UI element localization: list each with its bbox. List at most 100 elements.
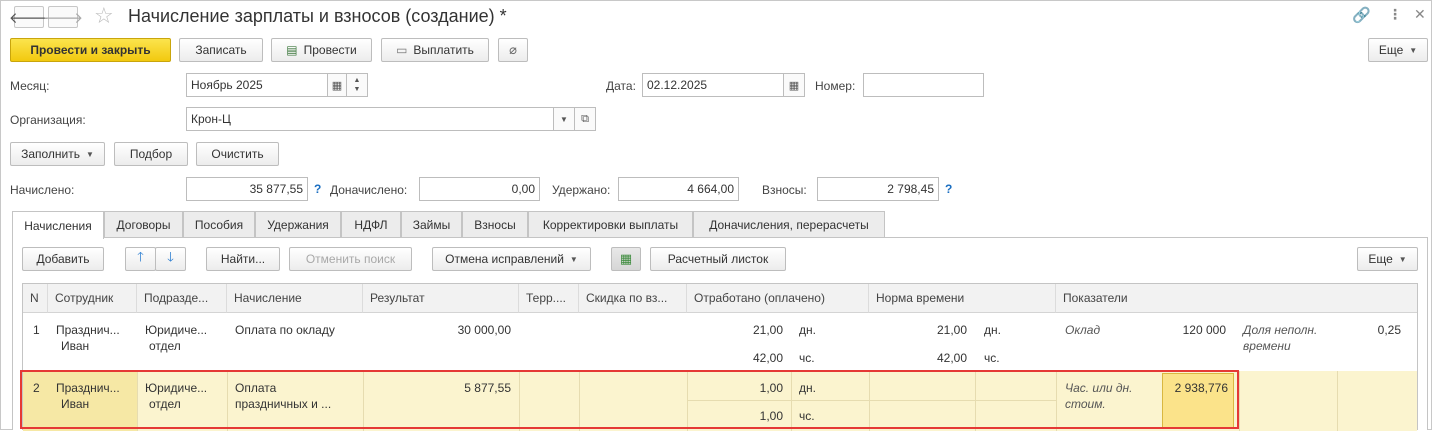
- tab-contracts[interactable]: Договоры: [104, 211, 183, 237]
- date-input[interactable]: 02.12.2025: [642, 73, 784, 97]
- indicator-name-line2: времени: [1243, 339, 1291, 353]
- department-line2: отдел: [149, 339, 181, 353]
- post-document-icon: ▤: [286, 43, 298, 57]
- worked-days: 21,00: [752, 323, 783, 337]
- panel-more-label: Еще: [1368, 252, 1393, 266]
- accrual-type: Оплата по окладу: [235, 323, 335, 337]
- post-button-label: Провести: [303, 43, 357, 57]
- chevron-down-icon: ▼: [1398, 254, 1407, 264]
- column-header-result[interactable]: Результат: [363, 284, 519, 313]
- month-input[interactable]: Ноябрь 2025: [186, 73, 328, 97]
- post-button[interactable]: ▤ Провести: [271, 38, 372, 62]
- chevron-down-icon: ▼: [86, 149, 94, 159]
- arrow-up-icon: 🡑: [137, 249, 144, 264]
- month-label: Месяц:: [10, 79, 50, 93]
- payslip-button[interactable]: Расчетный листок: [650, 247, 786, 271]
- chevron-down-icon: ▼: [569, 254, 578, 264]
- post-and-close-button[interactable]: Провести и закрыть: [10, 38, 171, 62]
- employee-name-line2: Иван: [61, 339, 90, 353]
- chevron-down-icon: ▼: [560, 114, 568, 124]
- fill-button-label: Заполнить: [21, 147, 80, 161]
- table-add-icon: ▦: [619, 251, 633, 266]
- undo-corrections-button[interactable]: Отмена исправлений ▼: [432, 247, 591, 271]
- month-calendar-button[interactable]: ▦: [327, 73, 347, 97]
- norm-hours-unit: чс.: [984, 351, 1000, 365]
- column-header-n[interactable]: N: [23, 284, 48, 313]
- column-header-discount[interactable]: Скидка по вз...: [579, 284, 687, 313]
- tab-accruals[interactable]: Начисления: [12, 211, 104, 239]
- column-header-employee[interactable]: Сотрудник: [48, 284, 137, 313]
- tab-recalculations[interactable]: Доначисления, перерасчеты: [693, 211, 885, 237]
- fill-button[interactable]: Заполнить ▼: [10, 142, 105, 166]
- highlight-annotation-box: [20, 370, 1239, 429]
- norm-days-unit: дн.: [984, 323, 1001, 337]
- tab-benefits[interactable]: Пособия: [183, 211, 255, 237]
- find-button[interactable]: Найти...: [206, 247, 280, 271]
- result-value: 30 000,00: [457, 323, 511, 337]
- more-button-label: Еще: [1378, 43, 1404, 57]
- column-header-accrual[interactable]: Начисление: [227, 284, 363, 313]
- organization-label: Организация:: [10, 113, 86, 127]
- column-header-indicators[interactable]: Показатели: [1056, 284, 1417, 313]
- select-button[interactable]: Подбор: [114, 142, 188, 166]
- contributions-label: Взносы:: [762, 183, 807, 197]
- worked-hours: 42,00: [752, 351, 783, 365]
- organization-input[interactable]: Крон-Ц: [186, 107, 554, 131]
- worked-hours-unit: чс.: [799, 351, 815, 365]
- cancel-search-button: Отменить поиск: [289, 247, 412, 271]
- row-number: 1: [33, 323, 40, 337]
- stepper-down-icon: ▼: [353, 86, 361, 93]
- accrued-help-icon[interactable]: ?: [314, 182, 321, 196]
- save-button[interactable]: Записать: [179, 38, 263, 62]
- pay-button[interactable]: ▭ Выплатить: [381, 38, 489, 62]
- attach-button[interactable]: ⌀: [498, 38, 528, 62]
- tab-ndfl[interactable]: НДФЛ: [341, 211, 401, 237]
- clear-button[interactable]: Очистить: [196, 142, 279, 166]
- organization-dropdown-button[interactable]: ▼: [553, 107, 575, 131]
- show-indicators-toggle[interactable]: ▦: [611, 247, 641, 271]
- organization-open-button[interactable]: ⧉: [574, 107, 596, 131]
- arrow-right-icon: 🡒: [42, 9, 84, 27]
- open-form-icon: ⧉: [581, 112, 589, 125]
- close-icon[interactable]: ✕: [1414, 6, 1426, 23]
- tab-deductions[interactable]: Удержания: [255, 211, 341, 237]
- back-button[interactable]: 🡐: [9, 6, 49, 28]
- favorite-star-icon[interactable]: ☆: [94, 3, 114, 29]
- indicator-name: Оклад: [1065, 323, 1101, 337]
- number-label: Номер:: [815, 79, 856, 93]
- more-button[interactable]: Еще ▼: [1368, 38, 1428, 62]
- grid-line: [1239, 371, 1240, 431]
- forward-button[interactable]: 🡒: [43, 6, 83, 28]
- tab-loans[interactable]: Займы: [401, 211, 462, 237]
- column-header-territory[interactable]: Терр....: [519, 284, 579, 313]
- arrow-down-icon: 🡓: [167, 249, 174, 264]
- move-up-button[interactable]: 🡑: [125, 247, 156, 271]
- panel-more-button[interactable]: Еще ▼: [1357, 247, 1418, 271]
- month-stepper[interactable]: ▲ ▼: [346, 73, 368, 97]
- pay-button-label: Выплатить: [413, 43, 474, 57]
- move-down-button[interactable]: 🡓: [155, 247, 186, 271]
- indicator-name: Доля неполн.: [1243, 323, 1318, 337]
- column-header-department[interactable]: Подразде...: [137, 284, 227, 313]
- calendar-icon: ▦: [331, 79, 343, 92]
- tab-payment-corrections[interactable]: Корректировки выплаты: [528, 211, 693, 237]
- undo-corrections-label: Отмена исправлений: [445, 252, 564, 266]
- extra-accrued-label: Доначислено:: [330, 183, 408, 197]
- pay-document-icon: ▭: [396, 43, 408, 57]
- worked-days-unit: дн.: [799, 323, 816, 337]
- chevron-down-icon: ▼: [1409, 45, 1418, 55]
- column-header-worked[interactable]: Отработано (оплачено): [687, 284, 869, 313]
- date-calendar-button[interactable]: ▦: [783, 73, 805, 97]
- add-row-button[interactable]: Добавить: [22, 247, 104, 271]
- column-header-norm[interactable]: Норма времени: [869, 284, 1056, 313]
- indicator-value: 120 000: [1182, 323, 1226, 337]
- tab-contributions[interactable]: Взносы: [462, 211, 528, 237]
- number-input[interactable]: [863, 73, 984, 97]
- contributions-help-icon[interactable]: ?: [945, 182, 952, 196]
- accrued-value: 35 877,55: [186, 177, 308, 201]
- grid-line: [1337, 371, 1338, 431]
- menu-dots-icon[interactable]: ⋮: [1388, 6, 1402, 23]
- window-title: Начисление зарплаты и взносов (создание)…: [128, 6, 507, 26]
- stepper-up-icon: ▲: [353, 77, 361, 84]
- link-icon[interactable]: 🔗: [1352, 6, 1371, 24]
